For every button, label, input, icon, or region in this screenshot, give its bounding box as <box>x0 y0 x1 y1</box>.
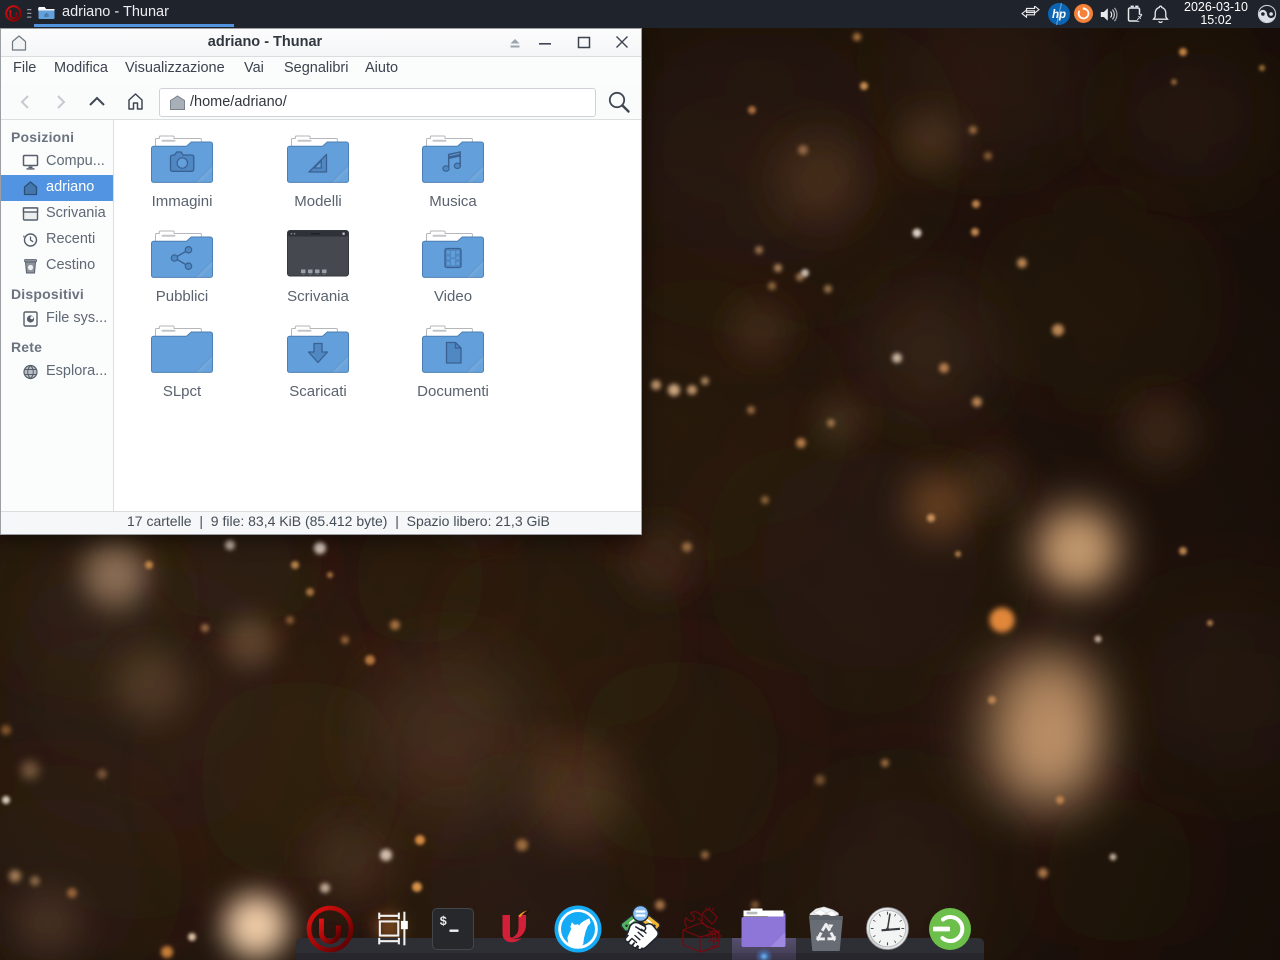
svg-text:$: $ <box>440 915 448 929</box>
